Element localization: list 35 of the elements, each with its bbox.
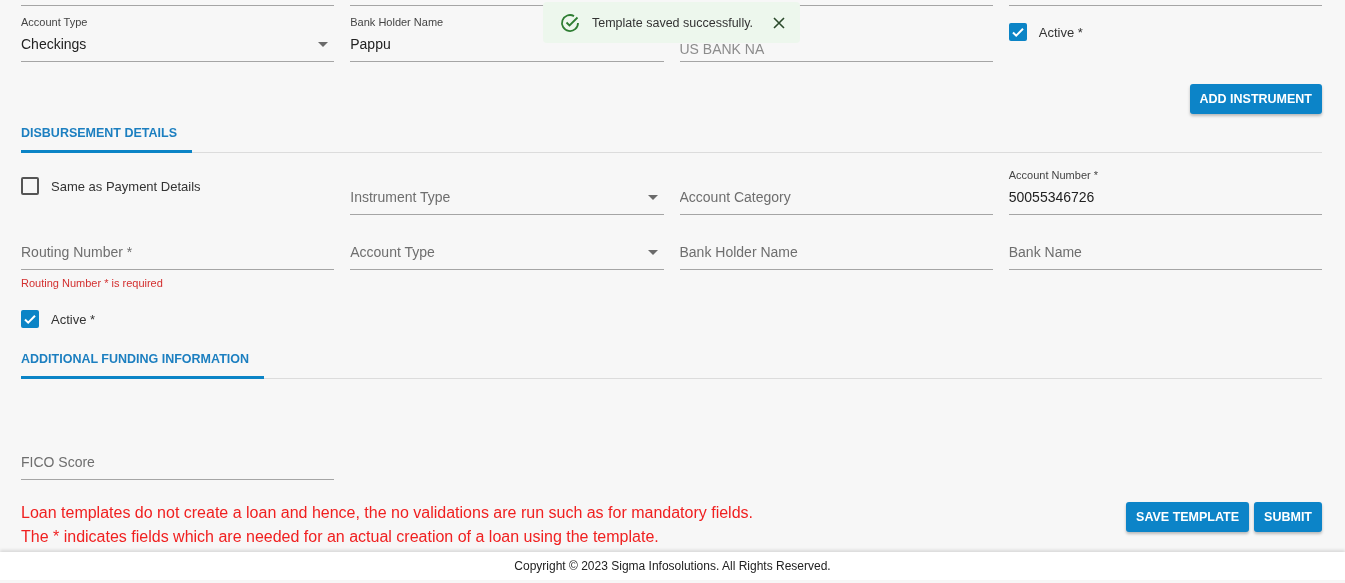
check-circle-icon [560,12,580,33]
section-tab[interactable]: DISBURSEMENT DETAILS [21,118,193,153]
save-template-button[interactable]: SAVE TEMPLATE [1126,502,1250,532]
text-field[interactable]: Bank Holder Name [679,236,993,270]
note-text: Loan templates do not create a loan and hence, the no validations are run such as for mandatory fields. [21,503,753,523]
text-field[interactable]: FICO Score [21,446,335,480]
text-field[interactable]: Routing Number * [21,236,335,270]
caret-icon [318,42,329,47]
add-instrument-button[interactable]: ADD INSTRUMENT [1189,84,1322,114]
submit-button[interactable]: SUBMIT [1254,502,1322,532]
field-label: Bank Holder Name [350,16,444,28]
section-tab[interactable]: ADDITIONAL FUNDING INFORMATION [21,344,264,379]
caret-icon [647,195,658,200]
error-message: Routing Number * is required [21,276,163,290]
checkbox[interactable] [1008,23,1027,41]
text-field[interactable]: Bank Name [1008,236,1322,270]
checkbox[interactable] [21,310,39,328]
close-icon[interactable] [773,16,785,29]
text-field[interactable]: Account Category [679,181,993,215]
note-text: The * indicates fields which are needed for an actual creation of a loan using the template. [21,527,660,547]
checkmark-icon [1010,25,1025,39]
dropdown-field[interactable]: Instrument Type [350,181,664,215]
checkmark-icon [23,312,37,326]
copyright-text: Copyright © 2023 Sigma Infosolutions. All Rights Reserved. [514,559,831,573]
text-field[interactable]: 50055346726 [1008,181,1322,215]
checkbox-label: Active * [51,311,96,327]
field-label: Account Type [21,16,88,28]
checkbox[interactable] [21,177,39,195]
dropdown-field[interactable]: Account Type [350,236,664,270]
dropdown-field[interactable]: Checkings [21,28,335,62]
checkbox-label: Active * [1038,24,1083,40]
toast-message: Template saved successfully. [592,15,754,30]
checkbox-label: Same as Payment Details [51,178,201,194]
caret-icon [647,250,658,255]
field-label: Account Number * [1008,169,1098,181]
